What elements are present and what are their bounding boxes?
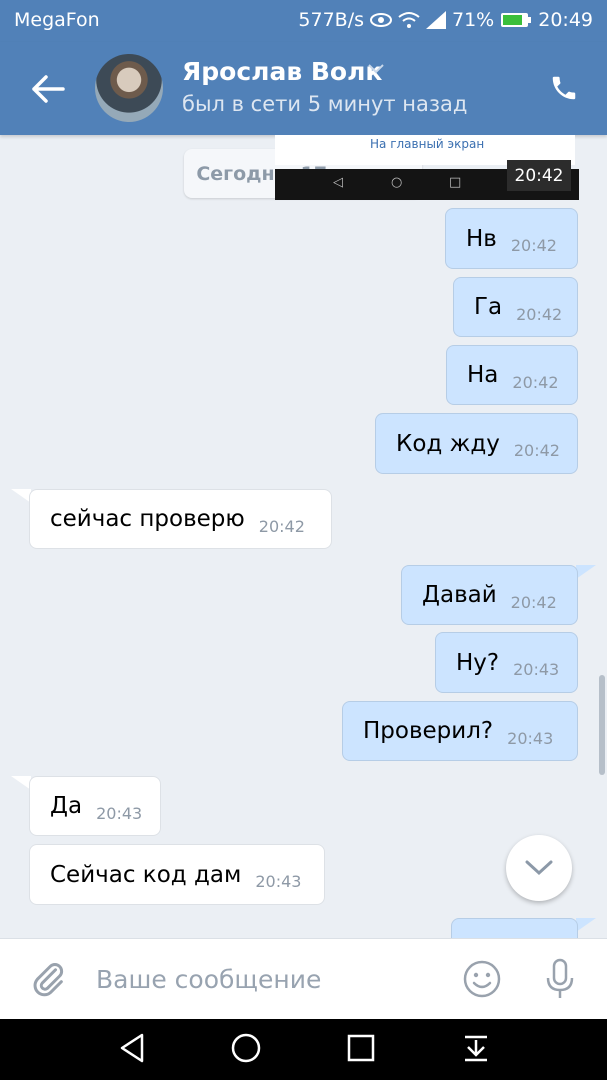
message-bubble-outgoing[interactable]: Га 20:42 [453,277,578,337]
carrier-name: MegaFon [14,9,100,31]
overlay-home-icon: ○ [391,175,403,190]
paperclip-icon[interactable] [28,959,68,999]
nav-home-icon[interactable] [230,1032,262,1064]
nav-recents-icon[interactable] [346,1032,376,1064]
message-time: 20:42 [512,372,559,392]
battery-icon [501,13,532,27]
message-time: 20:43 [96,803,143,823]
chevron-down-icon[interactable] [368,64,384,74]
message-text: Давай [422,582,497,608]
contact-name[interactable]: Ярослав Волк [182,57,382,86]
message-bubble-incoming[interactable]: сейчас проверю 20:42 [29,489,332,549]
message-time: 20:43 [255,872,302,891]
scroll-down-button[interactable] [506,835,572,901]
microphone-icon[interactable] [540,957,580,1001]
clock: 20:49 [538,9,593,31]
back-arrow-icon[interactable] [30,72,66,106]
status-bar: MegaFon 577B/s 71% 20:49 [0,0,607,42]
avatar[interactable] [95,54,163,122]
nav-notifications-icon[interactable] [462,1032,490,1064]
wifi-icon [398,12,420,28]
message-bubble-outgoing[interactable]: Ну? 20:43 [435,632,578,693]
system-nav-bar [0,1019,607,1080]
overlay-time: 20:42 [507,160,571,191]
message-bubble-outgoing[interactable]: Нв 20:42 [445,208,578,269]
message-time: 20:42 [510,236,557,255]
message-text: Да [50,793,83,819]
message-input[interactable]: Ваше сообщение [96,965,321,994]
message-text: Проверил? [363,718,494,744]
chat-header: Ярослав Волк был в сети 5 минут назад [0,42,607,135]
message-text: сейчас проверю [50,506,245,532]
overlay-recent-icon: □ [449,175,462,190]
phone-icon[interactable] [549,72,579,104]
message-bubble-incoming[interactable]: Да 20:43 [29,776,161,836]
message-text: Код жду [396,430,500,457]
eye-icon [370,13,392,27]
message-text: На [467,362,499,388]
message-time: 20:43 [513,660,560,679]
message-composer: Ваше сообщение [0,938,607,1020]
message-text: Га [474,294,503,320]
bubble-tail [11,776,31,790]
message-time: 20:42 [513,441,560,460]
message-bubble-outgoing[interactable]: На 20:42 [446,345,578,405]
overlay-back-icon: ◁ [333,175,343,190]
message-text: Сейчас код дам [50,861,242,888]
bubble-tail [576,918,596,932]
scrollbar-thumb[interactable] [599,675,605,775]
last-seen-status: был в сети 5 минут назад [182,92,468,116]
bubble-tail [576,565,596,579]
nav-back-icon[interactable] [118,1032,146,1064]
message-time: 20:43 [507,728,554,748]
message-bubble-outgoing-partial[interactable] [451,918,578,938]
message-bubble-outgoing[interactable]: Проверил? 20:43 [342,701,578,761]
message-text: Ну? [456,649,500,676]
message-time: 20:42 [516,304,563,324]
message-list[interactable]: Сегодня, 17 января На главный экран ◁ ○ … [0,135,607,938]
chevron-down-icon [525,860,553,876]
smile-icon[interactable] [462,959,502,999]
message-bubble-outgoing[interactable]: Давай 20:42 [401,565,578,625]
message-bubble-outgoing[interactable]: Код жду 20:42 [375,413,578,474]
message-bubble-incoming[interactable]: Сейчас код дам 20:43 [29,844,325,905]
battery-percent: 71% [452,9,495,31]
signal-icon [426,11,446,29]
bubble-tail [11,489,31,503]
message-time: 20:42 [510,592,557,612]
message-time: 20:42 [258,516,305,536]
net-speed: 577B/s [298,9,364,31]
message-text: Нв [466,225,497,252]
